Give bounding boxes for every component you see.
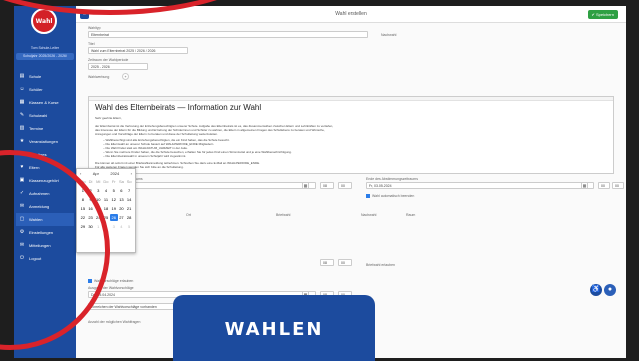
- table-col-ort: Ort: [186, 213, 191, 217]
- end-date-input[interactable]: Fr, 03.05.2024: [366, 182, 594, 189]
- calendar-day[interactable]: 14: [125, 196, 133, 203]
- editor-p3: Anregungen und Vorschläge der Eltern zu …: [95, 132, 218, 136]
- calendar-day[interactable]: 20: [118, 205, 126, 212]
- calendar-day[interactable]: 6: [118, 187, 126, 194]
- calendar-day[interactable]: 4: [102, 187, 110, 194]
- time-minute-2[interactable]: 00: [338, 259, 352, 266]
- anzahl-label: Anzahl der möglichen Wahlfragen: [88, 320, 141, 324]
- calendar-day[interactable]: 28: [125, 214, 133, 221]
- titel-label: Titel: [88, 42, 95, 46]
- nav-icon: ★: [19, 138, 25, 144]
- chat-icon[interactable]: ●: [604, 284, 616, 296]
- calendar-day[interactable]: 13: [118, 196, 126, 203]
- calendar-icon[interactable]: ▦: [581, 182, 588, 189]
- editor-p5: Für alle weiteren Fragen wenden Sie sich…: [95, 165, 184, 169]
- sidebar-item-schulwahl[interactable]: ✎ Schulwahl: [16, 109, 74, 122]
- calendar-day[interactable]: 26: [109, 214, 118, 221]
- sidebar-item-termine[interactable]: ▥ Termine: [16, 122, 74, 135]
- school-info: Tom Schule-Leiter Schuljahr 2025/2026 - …: [16, 46, 74, 60]
- calendar-month[interactable]: Apr: [93, 171, 99, 176]
- calendar-day[interactable]: 21: [125, 205, 133, 212]
- sidebar-item-label: Schulwahl: [29, 113, 48, 118]
- editor-toolbar[interactable]: [89, 97, 613, 101]
- sidebar-item-schüler[interactable]: ☺ Schüler: [16, 83, 74, 96]
- calendar-day[interactable]: 5: [110, 187, 118, 194]
- calendar-day[interactable]: 27: [118, 214, 126, 221]
- table-col-raum: Raum: [406, 213, 416, 217]
- calendar-day[interactable]: 12: [110, 196, 118, 203]
- nav-icon: ▦: [19, 99, 25, 105]
- weekday-label: Mi: [96, 179, 101, 184]
- wahltyp-label: Wahltyp: [88, 26, 101, 30]
- sidebar-item-label: Klassen & Kurse: [29, 100, 59, 105]
- school-logo[interactable]: Wahl: [31, 8, 57, 34]
- school-year-select[interactable]: Schuljahr 2025/2026 - 2026/: [16, 53, 74, 60]
- add-icon[interactable]: +: [122, 73, 129, 80]
- editor-b5: – Die Elternbeiratswahl in unserem Schul…: [103, 154, 187, 158]
- weekday-label: Di: [88, 179, 93, 184]
- table-col-briefwahl: Briefwahl: [276, 213, 291, 217]
- time-hour-2[interactable]: 08: [320, 259, 334, 266]
- sidebar-item-schule[interactable]: ▤ Schule: [16, 70, 74, 83]
- editor-greeting: Sehr geehrte Eltern,: [95, 116, 122, 120]
- sidebar-item-label: Veranstaltungen: [29, 139, 58, 144]
- zeitraum-input[interactable]: 2025 - 2026: [88, 63, 148, 70]
- weekday-label: So: [126, 179, 132, 184]
- logo-text: Wahl: [35, 17, 53, 25]
- nav-icon: ▤: [19, 73, 25, 79]
- weekday-label: Fr: [111, 179, 116, 184]
- calendar-day[interactable]: 11: [102, 196, 110, 203]
- sidebar-item-label: Schule: [29, 74, 42, 79]
- end-label: Ende des Abstimmungszeitraums: [366, 177, 418, 181]
- calendar-day[interactable]: 19: [110, 205, 118, 212]
- calendar-next-icon[interactable]: ›: [131, 171, 132, 176]
- calendar-day[interactable]: 3: [110, 223, 118, 230]
- begin-minute[interactable]: 00: [338, 182, 352, 189]
- titel-input[interactable]: Wahl zum Elternbeirat 2025 / 2026 / 2026: [88, 47, 188, 54]
- begin-hour[interactable]: 08: [320, 182, 334, 189]
- calendar-day[interactable]: 7: [125, 187, 133, 194]
- end-hour[interactable]: 00: [598, 182, 610, 189]
- nav-icon: ▥: [19, 125, 25, 131]
- calendar-day[interactable]: 4: [118, 223, 126, 230]
- school-name: Tom Schule-Leiter: [30, 46, 60, 50]
- stage: Wahl Tom Schule-Leiter Schuljahr 2025/20…: [0, 0, 639, 361]
- info-editor[interactable]: Wahl des Elternbeirats — Information zur…: [88, 96, 614, 174]
- sidebar-item-label: Schüler: [29, 87, 43, 92]
- calendar-year[interactable]: 2024: [110, 171, 119, 176]
- save-button[interactable]: ✔ Speichern: [587, 10, 618, 19]
- weekday-label: Sa: [118, 179, 124, 184]
- nachwahl-label[interactable]: Nachwahl: [381, 33, 396, 37]
- calendar-day[interactable]: 5: [125, 223, 133, 230]
- calendar-day[interactable]: 18: [102, 205, 110, 212]
- end-minute[interactable]: 00: [612, 182, 624, 189]
- sidebar-item-klassen-kurse[interactable]: ▦ Klassen & Kurse: [16, 96, 74, 109]
- calendar-header: ‹ Apr 2024 ›: [77, 169, 135, 178]
- table-col-nachwahl: Nachwahl: [361, 213, 377, 217]
- nav-icon: ✎: [19, 112, 25, 118]
- accessibility-icon[interactable]: ♿: [590, 284, 602, 296]
- briefwahl-label: Briefwahl erlauben: [366, 263, 395, 267]
- editor-heading: Wahl des Elternbeirats — Information zur…: [95, 103, 262, 112]
- calendar-day[interactable]: 3: [94, 187, 102, 194]
- zeitraum-label: Zeitraum der Wahlperiode: [88, 58, 129, 62]
- auto-end-checkbox[interactable]: [366, 194, 370, 198]
- wahlwerbung-label: Wahlwerbung: [88, 75, 110, 79]
- wahltyp-select[interactable]: Elternbeirat: [88, 31, 368, 38]
- auto-end-label: Wahl automatisch beenden: [372, 194, 415, 198]
- calendar-prev-icon[interactable]: ‹: [80, 171, 81, 176]
- weekday-label: Do: [103, 179, 109, 184]
- sidebar-item-label: Termine: [29, 126, 44, 131]
- calendar-icon[interactable]: ▦: [302, 182, 309, 189]
- banner-wahlen: WAHLEN: [173, 295, 375, 361]
- sidebar-item-veranstaltungen[interactable]: ★ Veranstaltungen: [16, 135, 74, 148]
- nav-icon: ☺: [19, 86, 25, 92]
